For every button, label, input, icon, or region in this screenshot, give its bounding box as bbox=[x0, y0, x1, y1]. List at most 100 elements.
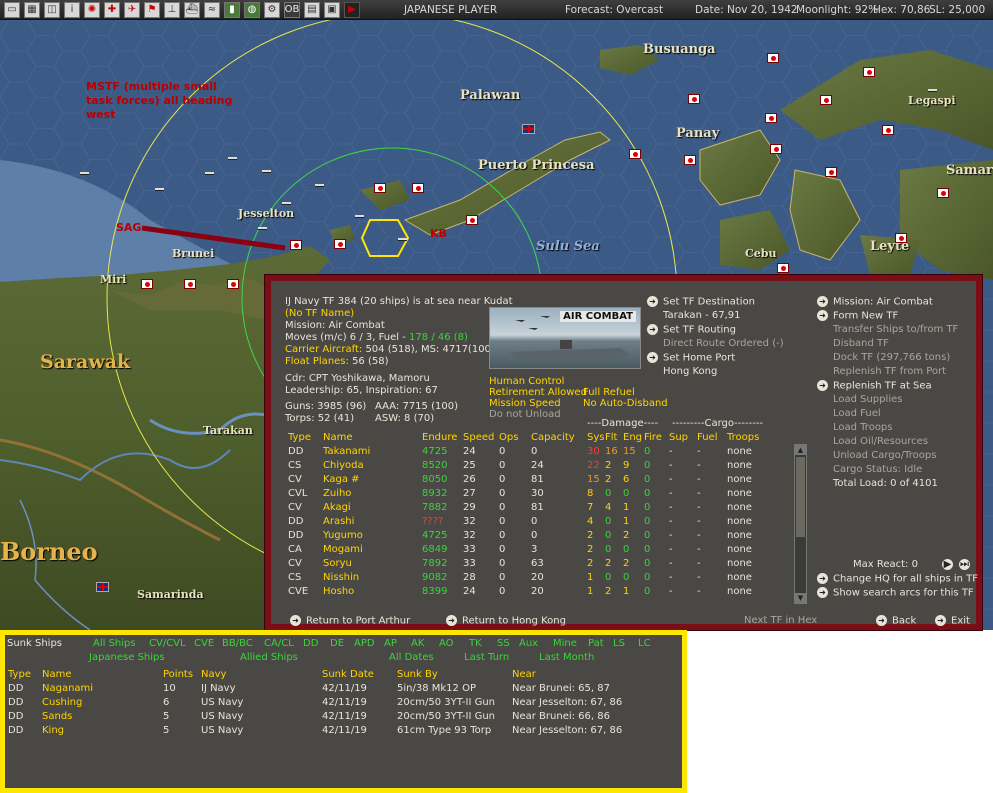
ob-icon[interactable]: OB bbox=[284, 1, 300, 18]
load-troops-button[interactable]: Load Troops bbox=[833, 422, 893, 433]
base-flag-icon[interactable]: ⚑ bbox=[144, 1, 160, 18]
sunk-ship-row[interactable]: DD Cushing 6 US Navy 42/11/19 20cm/50 3YT-II … bbox=[8, 695, 672, 709]
human-control-toggle[interactable]: Human Control bbox=[489, 376, 564, 387]
japanese-base-marker[interactable] bbox=[688, 94, 700, 104]
air-icon[interactable]: ✈ bbox=[124, 1, 140, 18]
tf-float-planes[interactable]: Float Planes: 56 (58) bbox=[285, 356, 389, 367]
settings-icon[interactable]: ⚙ bbox=[264, 1, 280, 18]
ship-row[interactable]: DD Yugumo 4725 32 0 0 2 0 2 0- - none bbox=[288, 528, 767, 542]
no-auto-disband-toggle[interactable]: No Auto-Disband bbox=[583, 398, 668, 409]
ship-marker[interactable] bbox=[355, 215, 364, 218]
ship-icon[interactable]: ⛴ bbox=[184, 1, 200, 18]
ship-column-header[interactable]: Fuel bbox=[697, 430, 727, 444]
end-turn-icon[interactable]: ▶ bbox=[344, 1, 360, 18]
map-icon[interactable]: ▣ bbox=[324, 1, 340, 18]
ship-type-filter[interactable]: TK bbox=[469, 638, 482, 649]
ship-marker[interactable] bbox=[80, 172, 89, 175]
ship-column-header[interactable]: Type bbox=[288, 430, 323, 444]
ship-column-header[interactable]: Endure bbox=[422, 430, 463, 444]
ship-marker[interactable] bbox=[282, 202, 291, 205]
japanese-base-marker[interactable] bbox=[882, 125, 894, 135]
ship-row[interactable]: CV Akagi 7882 29 0 81 7 4 1 0 - - none bbox=[288, 500, 767, 514]
ship-row[interactable]: CS Chiyoda 8520 25 0 24 22 2 9 0- - none bbox=[288, 458, 767, 472]
japanese-base-marker[interactable] bbox=[290, 240, 302, 250]
allied-unit-marker[interactable] bbox=[522, 124, 535, 134]
ship-column-header[interactable]: Speed bbox=[463, 430, 499, 444]
sunk-ship-row[interactable]: DD King 5 US Navy 42/11/19 61cm Type 93 Torp N… bbox=[8, 723, 672, 737]
ship-column-header[interactable]: Eng bbox=[623, 430, 644, 444]
exit-button[interactable]: ➜ Exit bbox=[935, 615, 970, 627]
scroll-down-icon[interactable]: ▼ bbox=[795, 593, 806, 603]
ship-type-filter[interactable]: Mine bbox=[553, 638, 577, 649]
ship-row[interactable]: CS Nisshin 9082 28 0 20 1 0 0 0- - none bbox=[288, 570, 767, 584]
ship-cell-name[interactable]: Hosho bbox=[323, 584, 422, 598]
ship-type-filter[interactable]: Aux bbox=[519, 638, 538, 649]
ship-type-filter[interactable]: DE bbox=[330, 638, 344, 649]
all-dates-filter[interactable]: All Dates bbox=[389, 652, 434, 663]
sub-icon[interactable]: ≈ bbox=[204, 1, 220, 18]
japanese-base-marker[interactable] bbox=[334, 239, 346, 249]
load-supplies-button[interactable]: Load Supplies bbox=[833, 394, 902, 405]
ship-type-filter[interactable]: All Ships bbox=[93, 638, 136, 649]
ship-type-filter[interactable]: AO bbox=[439, 638, 454, 649]
set-home-port-button[interactable]: ➜ Set Home Port bbox=[647, 352, 735, 364]
ship-type-filter[interactable]: BB/BC bbox=[222, 638, 253, 649]
ship-cell-name[interactable]: Kaga # bbox=[323, 472, 422, 486]
mission-speed-toggle[interactable]: Mission Speed bbox=[489, 398, 561, 409]
ship-column-header[interactable]: Ops bbox=[499, 430, 531, 444]
ship-type-filter[interactable]: LC bbox=[638, 638, 651, 649]
ship-marker[interactable] bbox=[315, 184, 324, 187]
ship-row[interactable]: DD Takanami 4725 24 0 0 30 16 15 0 - - none bbox=[288, 444, 767, 458]
last-turn-filter[interactable]: Last Turn bbox=[464, 652, 509, 663]
japanese-base-marker[interactable] bbox=[765, 113, 777, 123]
last-month-filter[interactable]: Last Month bbox=[539, 652, 594, 663]
japanese-base-marker[interactable] bbox=[825, 167, 837, 177]
ship-cell-name[interactable]: Yugumo bbox=[323, 528, 422, 542]
japanese-base-marker[interactable] bbox=[820, 95, 832, 105]
ship-type-filter[interactable]: LS bbox=[613, 638, 625, 649]
sunk-column-header[interactable]: Sunk Date bbox=[322, 667, 397, 681]
sunk-ship-row[interactable]: DD Sands 5 US Navy 42/11/19 20cm/50 3YT-II Gu… bbox=[8, 709, 672, 723]
ship-column-header[interactable]: Name bbox=[323, 430, 422, 444]
ship-marker[interactable] bbox=[228, 157, 237, 160]
allied-ships-filter[interactable]: Allied Ships bbox=[240, 652, 298, 663]
replenish-from-port-button[interactable]: Replenish TF from Port bbox=[833, 366, 946, 377]
ship-cell-name[interactable]: Akagi bbox=[323, 500, 422, 514]
sunk-column-header[interactable]: Name bbox=[42, 667, 163, 681]
ship-marker[interactable] bbox=[262, 170, 271, 173]
sunk-column-header[interactable]: Points bbox=[163, 667, 201, 681]
group-icon[interactable]: ◫ bbox=[44, 1, 60, 18]
ship-cell-name[interactable]: Chiyoda bbox=[323, 458, 422, 472]
japan-flag-icon[interactable]: ✺ bbox=[84, 1, 100, 18]
japanese-base-marker[interactable] bbox=[863, 67, 875, 77]
ship-cell-name[interactable]: Arashi bbox=[323, 514, 422, 528]
ship-row[interactable]: DD Arashi???? 32 0 0 4 0 1 0- - none bbox=[288, 514, 767, 528]
ship-row[interactable]: CVE Hosho 8399 24 0 20 1 2 1 0 - - none bbox=[288, 584, 767, 598]
ship-type-filter[interactable]: CVE bbox=[194, 638, 214, 649]
unload-cargo-button[interactable]: Unload Cargo/Troops bbox=[833, 450, 936, 461]
screen-icon[interactable]: ▭ bbox=[4, 1, 20, 18]
ship-type-filter[interactable]: DD bbox=[303, 638, 318, 649]
replenish-at-sea-button[interactable]: ➜ Replenish TF at Sea bbox=[817, 380, 932, 392]
japanese-base-marker[interactable] bbox=[937, 188, 949, 198]
ship-cell-name[interactable]: Soryu bbox=[323, 556, 422, 570]
ship-type-filter[interactable]: AK bbox=[411, 638, 424, 649]
show-search-arcs-button[interactable]: ➜ Show search arcs for this TF bbox=[817, 587, 974, 599]
japanese-base-marker[interactable] bbox=[895, 233, 907, 243]
japanese-base-marker[interactable] bbox=[141, 279, 153, 289]
army-icon[interactable]: ✚ bbox=[104, 1, 120, 18]
ship-cell-name[interactable]: Nisshin bbox=[323, 570, 422, 584]
retirement-allowed-toggle[interactable]: Retirement Allowed bbox=[489, 387, 587, 398]
ship-column-header[interactable]: Troops bbox=[727, 430, 767, 444]
full-refuel-toggle[interactable]: Full Refuel bbox=[583, 387, 635, 398]
scroll-thumb[interactable] bbox=[796, 457, 805, 537]
load-fuel-button[interactable]: Load Fuel bbox=[833, 408, 881, 419]
tf-carrier-aircraft[interactable]: Carrier Aircraft: 504 (518), MS: 4717(10… bbox=[285, 344, 504, 355]
info-icon[interactable]: i bbox=[64, 1, 80, 18]
ship-column-header[interactable]: Sys bbox=[587, 430, 605, 444]
mission-button[interactable]: ➜ Mission: Air Combat bbox=[817, 296, 933, 308]
japanese-base-marker[interactable] bbox=[629, 149, 641, 159]
ship-row[interactable]: CV Soryu 7892 33 0 63 2 2 2 0- - none bbox=[288, 556, 767, 570]
japanese-base-marker[interactable] bbox=[770, 144, 782, 154]
globe-icon[interactable]: ◍ bbox=[244, 1, 260, 18]
